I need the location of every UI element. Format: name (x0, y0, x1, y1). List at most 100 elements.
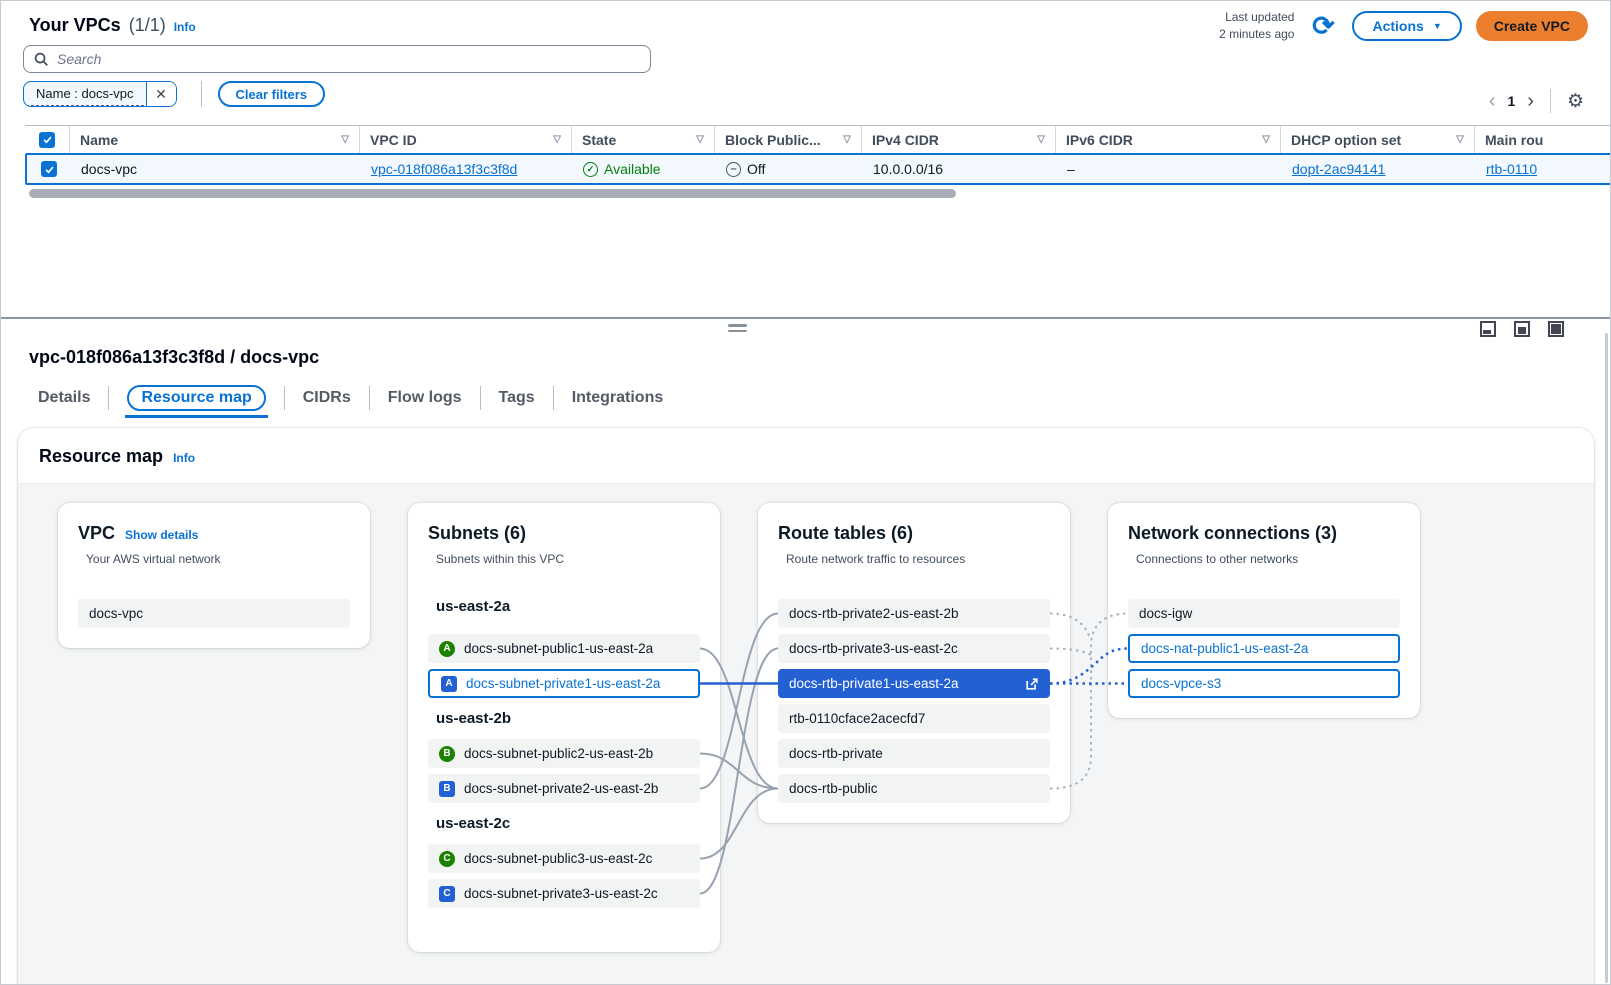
current-page[interactable]: 1 (1507, 93, 1515, 109)
status-available-icon: ✓ (583, 162, 598, 177)
subnet-node[interactable]: C docs-subnet-public3-us-east-2c (428, 844, 700, 873)
vpc-card-title: VPC (78, 523, 115, 544)
route-table-node[interactable]: docs-rtb-private (778, 739, 1050, 768)
sort-icon[interactable]: ▽ (1456, 134, 1464, 145)
checkbox-checked-icon[interactable] (41, 161, 57, 177)
route-table-node[interactable]: docs-rtb-private2-us-east-2b (778, 599, 1050, 628)
resource-map-header: Resource map Info (18, 428, 1594, 484)
window-scrollbar[interactable] (1605, 333, 1608, 983)
split-drag-handle[interactable] (728, 324, 747, 334)
subnet-node[interactable]: B docs-subnet-public2-us-east-2b (428, 739, 700, 768)
route-table-node-selected[interactable]: docs-rtb-private1-us-east-2a (778, 669, 1050, 698)
subnet-node[interactable]: C docs-subnet-private3-us-east-2c (428, 879, 700, 908)
subnets-card-subtitle: Subnets within this VPC (428, 552, 700, 566)
col-header-name[interactable]: Name▽ (69, 126, 359, 154)
dhcp-link[interactable]: dopt-2ac94141 (1292, 161, 1385, 177)
page-header: Your VPCs (1/1) Info (29, 15, 196, 36)
az-b-private-badge: B (439, 781, 455, 797)
external-link-icon[interactable] (1025, 677, 1039, 691)
vpc-node[interactable]: docs-vpc (78, 599, 350, 628)
vpc-endpoint-node[interactable]: docs-vpce-s3 (1128, 669, 1400, 698)
tab-resource-map[interactable]: Resource map (127, 385, 265, 411)
sort-icon[interactable]: ▽ (341, 134, 349, 145)
subnets-card-title: Subnets (6) (428, 523, 526, 544)
vpc-list-pane: Your VPCs (1/1) Info Last updated 2 minu… (1, 1, 1611, 319)
resource-map-container: Resource map Info VPC Show details Your … (18, 428, 1594, 985)
search-input[interactable] (57, 51, 640, 67)
clear-filters-button[interactable]: Clear filters (218, 81, 326, 107)
sort-icon[interactable]: ▽ (696, 134, 704, 145)
table-row[interactable]: docs-vpc vpc-018f086a13f3c3f8d ✓ Availab… (25, 153, 1611, 185)
panel-layout-buttons (1480, 321, 1564, 337)
prev-page-icon[interactable]: ‹ (1489, 91, 1496, 111)
create-vpc-button[interactable]: Create VPC (1476, 11, 1588, 41)
divider (108, 386, 109, 410)
header-actions: Last updated 2 minutes ago ⟳ Actions ▼ C… (1219, 9, 1588, 44)
remove-filter-icon[interactable]: ✕ (146, 81, 176, 107)
route-table-node[interactable]: docs-rtb-public (778, 774, 1050, 803)
subnet-node[interactable]: B docs-subnet-private2-us-east-2b (428, 774, 700, 803)
gear-icon[interactable]: ⚙ (1567, 90, 1584, 113)
col-header-state[interactable]: State▽ (571, 126, 714, 154)
actions-button[interactable]: Actions ▼ (1352, 11, 1461, 41)
detail-pane: vpc-018f086a13f3c3f8d / docs-vpc Details… (1, 321, 1611, 985)
az-header: us-east-2a (436, 598, 510, 615)
checkbox-checked-icon[interactable] (39, 132, 55, 148)
panel-side-icon[interactable] (1514, 321, 1530, 337)
cell-block-public: – Off (716, 161, 863, 177)
route-tables-card-subtitle: Route network traffic to resources (778, 552, 1050, 566)
sort-icon[interactable]: ▽ (1037, 134, 1045, 145)
tab-flow-logs[interactable]: Flow logs (388, 389, 462, 407)
search-box[interactable] (23, 45, 651, 73)
panel-bottom-icon[interactable] (1480, 321, 1496, 337)
tab-details[interactable]: Details (38, 389, 90, 407)
cell-ipv6: – (1057, 161, 1282, 177)
route-table-node[interactable]: rtb-0110cface2acecfd7 (778, 704, 1050, 733)
horizontal-scrollbar[interactable] (29, 189, 956, 198)
info-link[interactable]: Info (174, 20, 196, 34)
refresh-icon[interactable]: ⟳ (1308, 11, 1338, 41)
status-badge: Available (604, 161, 661, 177)
search-icon (34, 52, 49, 67)
az-header: us-east-2c (436, 815, 510, 832)
tab-integrations[interactable]: Integrations (572, 389, 664, 407)
next-page-icon[interactable]: › (1527, 91, 1534, 111)
panel-full-icon[interactable] (1548, 321, 1564, 337)
network-connections-card-subtitle: Connections to other networks (1128, 552, 1400, 566)
vpc-console: Your VPCs (1/1) Info Last updated 2 minu… (0, 0, 1611, 985)
tab-tags[interactable]: Tags (499, 389, 535, 407)
sort-icon[interactable]: ▽ (553, 134, 561, 145)
col-header-ipv6[interactable]: IPv6 CIDR▽ (1055, 126, 1280, 154)
subnet-node[interactable]: A docs-subnet-public1-us-east-2a (428, 634, 700, 663)
col-header-ipv4[interactable]: IPv4 CIDR▽ (861, 126, 1055, 154)
vpc-card: VPC Show details Your AWS virtual networ… (58, 503, 370, 648)
subnet-node-selected[interactable]: A docs-subnet-private1-us-east-2a (428, 669, 700, 698)
divider (201, 81, 202, 107)
az-header: us-east-2b (436, 710, 511, 727)
subnets-card: Subnets (6) Subnets within this VPC us-e… (408, 503, 720, 952)
sort-icon[interactable]: ▽ (843, 134, 851, 145)
main-route-link[interactable]: rtb-0110 (1486, 161, 1537, 177)
last-updated: Last updated 2 minutes ago (1219, 9, 1294, 44)
show-details-link[interactable]: Show details (125, 528, 198, 542)
row-checkbox[interactable] (27, 161, 71, 177)
tab-cidrs[interactable]: CIDRs (303, 389, 351, 407)
info-link[interactable]: Info (173, 451, 195, 465)
igw-node[interactable]: docs-igw (1128, 599, 1400, 628)
network-connections-card-title: Network connections (3) (1128, 523, 1337, 544)
route-table-node[interactable]: docs-rtb-private3-us-east-2c (778, 634, 1050, 663)
select-all-checkbox[interactable] (25, 126, 69, 154)
sort-icon[interactable]: ▽ (1262, 134, 1270, 145)
vpc-card-subtitle: Your AWS virtual network (78, 552, 350, 566)
filter-chip[interactable]: Name : docs-vpc ✕ (23, 81, 177, 107)
vpc-id-link[interactable]: vpc-018f086a13f3c3f8d (371, 161, 517, 177)
filter-chip-label[interactable]: Name : docs-vpc (26, 83, 144, 106)
nat-gateway-node[interactable]: docs-nat-public1-us-east-2a (1128, 634, 1400, 663)
col-header-main-route[interactable]: Main rou (1474, 126, 1611, 154)
col-header-vpc-id[interactable]: VPC ID▽ (359, 126, 571, 154)
col-header-dhcp[interactable]: DHCP option set▽ (1280, 126, 1474, 154)
cell-state: ✓ Available (573, 161, 716, 177)
col-header-block-public[interactable]: Block Public...▽ (714, 126, 861, 154)
resource-map-title: Resource map (39, 446, 163, 467)
divider (1550, 89, 1551, 113)
